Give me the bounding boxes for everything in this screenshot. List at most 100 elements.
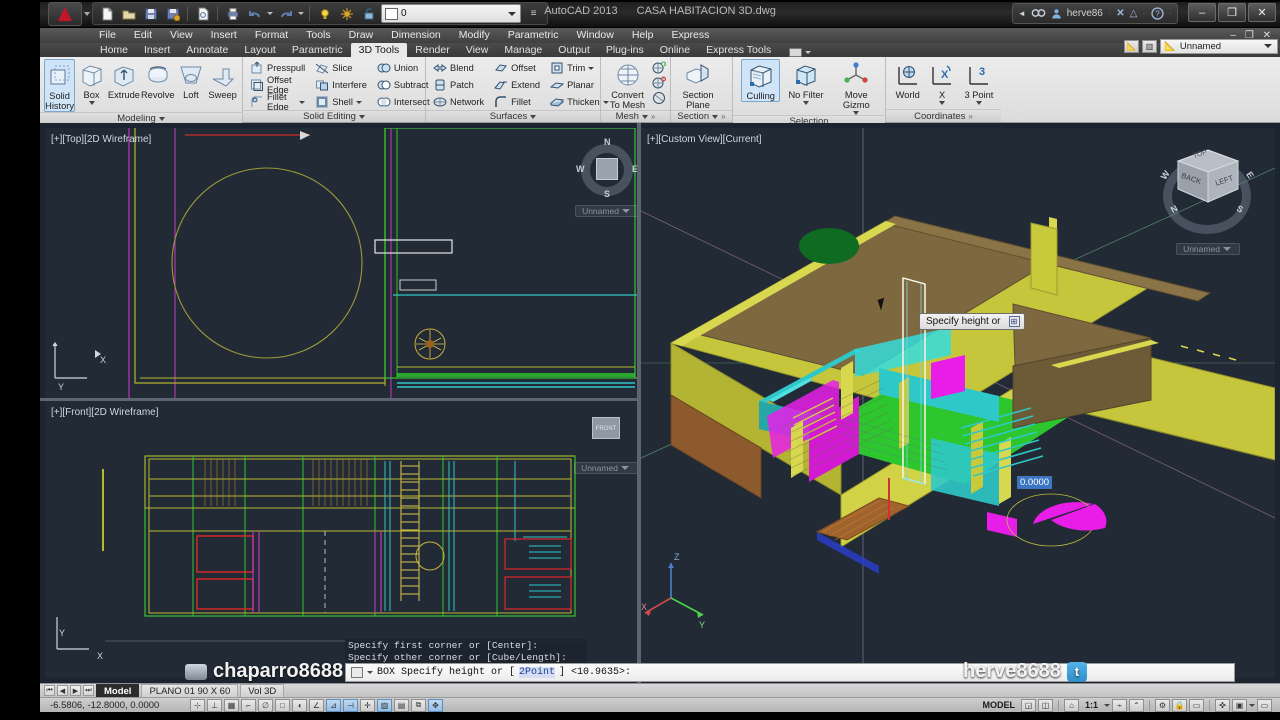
user-name[interactable]: herve86 xyxy=(1067,8,1103,19)
tab-nav-prev-button[interactable]: ◀ xyxy=(57,685,68,696)
refine-mesh-icon[interactable] xyxy=(652,91,666,105)
box-dropdown-icon[interactable] xyxy=(88,101,95,105)
clean-screen-icon[interactable]: ▣ xyxy=(1232,698,1247,712)
viewcube-ucs-dropdown-icon[interactable] xyxy=(1222,247,1231,251)
menu-item-dimension[interactable]: Dimension xyxy=(382,28,450,43)
panel-expand-icon[interactable] xyxy=(641,114,648,119)
lineweight-toggle[interactable]: ✛ xyxy=(360,698,375,712)
menu-item-express[interactable]: Express xyxy=(662,28,718,43)
network-button[interactable]: Network xyxy=(430,94,487,110)
model-3d-viewcube-ucs-label[interactable]: Unnamed xyxy=(1176,243,1240,255)
tab-plug-ins[interactable]: Plug-ins xyxy=(598,43,652,57)
sweep-button[interactable]: Sweep xyxy=(207,59,238,100)
ribbon-display-icon[interactable] xyxy=(789,48,803,57)
loft-button[interactable]: Loft xyxy=(176,59,207,100)
compass-west[interactable]: W xyxy=(576,164,585,174)
model-space-icon[interactable]: ◲ xyxy=(1020,698,1036,712)
maximize-button[interactable]: ❐ xyxy=(1218,3,1246,22)
user-avatar-icon[interactable] xyxy=(1051,8,1062,19)
infocenter-collapse-icon[interactable]: ◄ xyxy=(1018,9,1026,18)
help-dropdown-icon[interactable]: · xyxy=(1169,8,1172,19)
command-prompt-keyword[interactable]: 2Point xyxy=(519,667,556,678)
menu-item-edit[interactable]: Edit xyxy=(125,28,161,43)
no-filter-button[interactable]: No Filter xyxy=(786,59,825,105)
twitter-icon[interactable]: t xyxy=(1066,661,1087,682)
undo-icon[interactable] xyxy=(245,4,264,23)
tab-layout[interactable]: Layout xyxy=(236,43,284,57)
drawing-area[interactable]: X Y [+][Top][2D Wireframe] N E S W Unnam… xyxy=(40,123,1280,683)
annotation-scale-dropdown-icon[interactable] xyxy=(1104,703,1110,707)
tab-nav-first-button[interactable]: ⏮ xyxy=(44,685,55,696)
front-viewport[interactable]: Y X [+][Front][2D Wireframe] FRONT Unnam… xyxy=(45,401,637,678)
ribbon-display-dropdown-icon[interactable] xyxy=(805,51,812,54)
model-3d-viewcube[interactable]: TOP BACK LEFT N W E S Unnamed xyxy=(1153,136,1263,255)
tab-view[interactable]: View xyxy=(458,43,497,57)
tab-parametric[interactable]: Parametric xyxy=(284,43,351,57)
ucs-x-dropdown-icon[interactable] xyxy=(939,101,946,105)
ucs-3point-dropdown-icon[interactable] xyxy=(975,101,982,105)
close-button[interactable]: ✕ xyxy=(1248,3,1276,22)
object-snap-toggle[interactable]: □ xyxy=(275,698,290,712)
surface-fillet-button[interactable]: Fillet xyxy=(491,94,543,110)
tab-annotate[interactable]: Annotate xyxy=(178,43,236,57)
revolve-button[interactable]: Revolve xyxy=(141,59,175,100)
box-button[interactable]: Box xyxy=(76,59,107,105)
tab-nav-next-button[interactable]: ▶ xyxy=(70,685,81,696)
ucs-3point-button[interactable]: 3 3 Point xyxy=(961,59,997,105)
annotation-monitor-toggle[interactable]: ✥ xyxy=(428,698,443,712)
viewcube-ucs-dropdown-icon[interactable] xyxy=(621,209,630,213)
fillet-edge-button[interactable]: Fillet Edge xyxy=(247,92,308,112)
lock-toolbars-icon[interactable]: 🔒 xyxy=(1172,698,1187,712)
compass-south[interactable]: S xyxy=(604,189,610,199)
no-filter-dropdown-icon[interactable] xyxy=(803,101,810,105)
dynamic-input-expand-icon[interactable]: ⊞ xyxy=(1008,316,1020,327)
save-icon[interactable] xyxy=(141,4,160,23)
redo-dropdown-icon[interactable] xyxy=(298,12,304,15)
layout-tab-model[interactable]: Model xyxy=(96,684,140,697)
layer-dropdown-icon[interactable] xyxy=(508,11,516,16)
blend-button[interactable]: Blend xyxy=(430,60,487,76)
panel-expand-icon[interactable] xyxy=(530,114,537,119)
quick-properties-toggle[interactable]: ▤ xyxy=(394,698,409,712)
section-plane-button[interactable]: Section Plane xyxy=(675,59,721,110)
layout-tab-vol-3d[interactable]: Vol 3D xyxy=(240,684,285,697)
panel-dialog-launcher-icon[interactable]: » xyxy=(721,112,725,121)
menu-item-help[interactable]: Help xyxy=(623,28,663,43)
tab-render[interactable]: Render xyxy=(407,43,457,57)
annotation-scale-value[interactable]: 1:1 xyxy=(1081,700,1102,710)
ucs-x-button[interactable]: X X xyxy=(926,59,957,105)
top-viewcube[interactable]: N E S W Unnamed xyxy=(567,137,637,217)
object-snap-tracking-toggle[interactable]: ∠ xyxy=(309,698,324,712)
menu-item-format[interactable]: Format xyxy=(246,28,297,43)
plot-preview-icon[interactable] xyxy=(193,4,212,23)
tab-insert[interactable]: Insert xyxy=(136,43,178,57)
search-icon[interactable] xyxy=(1031,8,1046,20)
ucs-icon-button[interactable]: 📐 xyxy=(1124,39,1139,53)
menu-item-file[interactable]: File xyxy=(90,28,125,43)
panel-solid-editing-title[interactable]: Solid Editing xyxy=(243,110,425,122)
undo-dropdown-icon[interactable] xyxy=(267,12,273,15)
command-dropdown-icon[interactable] xyxy=(367,671,373,674)
layer-lock-icon[interactable] xyxy=(359,4,378,23)
top-viewcube-ucs-label[interactable]: Unnamed xyxy=(575,205,637,217)
auto-scale-icon[interactable]: ⌃ xyxy=(1129,698,1144,712)
tab-manage[interactable]: Manage xyxy=(496,43,550,57)
dynamic-input-toggle[interactable]: ⊣ xyxy=(343,698,358,712)
status-bar-menu-icon[interactable] xyxy=(1249,703,1255,707)
plot-icon[interactable] xyxy=(223,4,242,23)
menu-item-view[interactable]: View xyxy=(161,28,202,43)
panel-surfaces-title[interactable]: Surfaces xyxy=(426,110,600,122)
menu-item-modify[interactable]: Modify xyxy=(450,28,499,43)
polar-tracking-toggle[interactable]: ∅ xyxy=(258,698,273,712)
viewcube-top-face[interactable] xyxy=(596,158,618,180)
layout-space-icon[interactable]: ◫ xyxy=(1037,698,1053,712)
snap-mode-toggle[interactable]: ⊥ xyxy=(207,698,222,712)
viewcube-front-face[interactable]: FRONT xyxy=(592,417,620,439)
layer-freeze-icon[interactable] xyxy=(337,4,356,23)
panel-expand-icon[interactable] xyxy=(158,116,165,121)
ucs-manager-button[interactable]: ▥ xyxy=(1142,39,1157,53)
command-input-line[interactable]: BOX Specify height or [ 2Point ] <10.963… xyxy=(345,663,1235,682)
presspull-button[interactable]: Presspull xyxy=(247,60,308,76)
open-icon[interactable] xyxy=(119,4,138,23)
layout-tab-plano-01[interactable]: PLANO 01 90 X 60 xyxy=(141,684,239,697)
